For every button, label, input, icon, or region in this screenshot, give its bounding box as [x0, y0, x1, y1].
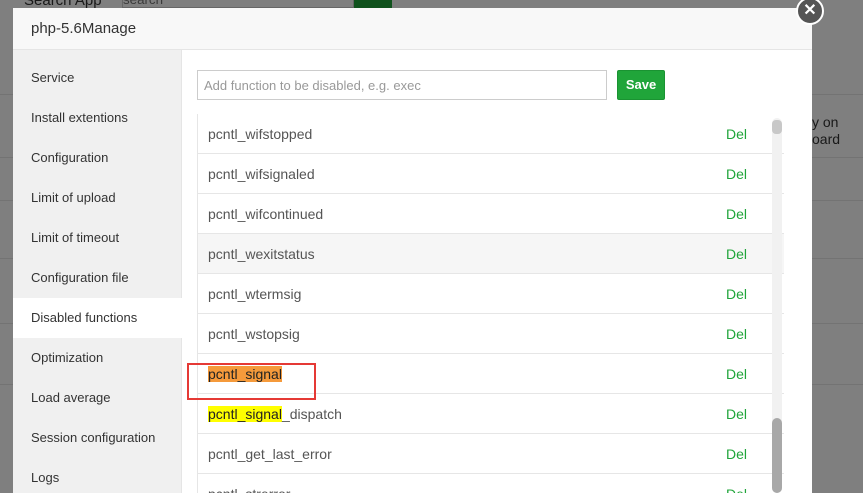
- function-name: pcntl_wifcontinued: [208, 206, 324, 222]
- delete-link[interactable]: Del: [726, 206, 747, 222]
- function-name: pcntl_wexitstatus: [208, 246, 315, 262]
- sidebar-item-limit-of-timeout[interactable]: Limit of timeout: [13, 218, 182, 258]
- modal-title: php-5.6Manage: [31, 20, 137, 37]
- function-name: pcntl_wifsignaled: [208, 166, 315, 182]
- delete-link[interactable]: Del: [726, 286, 747, 302]
- delete-link[interactable]: Del: [726, 486, 747, 493]
- delete-link[interactable]: Del: [726, 166, 747, 182]
- function-name: pcntl_wtermsig: [208, 286, 302, 302]
- sidebar-item-session-configuration[interactable]: Session configuration: [13, 418, 182, 458]
- function-name-rest: _dispatch: [281, 406, 342, 422]
- delete-link[interactable]: Del: [726, 326, 747, 342]
- function-name: pcntl_strerror: [208, 486, 290, 493]
- function-name: pcntl_get_last_error: [208, 446, 332, 462]
- sidebar-item-logs[interactable]: Logs: [13, 458, 182, 493]
- list-item: pcntl_wifcontinued Del: [198, 194, 784, 234]
- sidebar: Service Install extentions Configuration…: [13, 50, 183, 493]
- sidebar-item-service[interactable]: Service: [13, 58, 182, 98]
- list-item: pcntl_wexitstatus Del: [198, 234, 784, 274]
- disabled-functions-list: pcntl_wifstopped Del pcntl_wifsignaled D…: [197, 114, 784, 493]
- sidebar-item-optimization[interactable]: Optimization: [13, 338, 182, 378]
- scroll-up-arrow[interactable]: [772, 120, 782, 134]
- delete-link[interactable]: Del: [726, 366, 747, 382]
- delete-link[interactable]: Del: [726, 246, 747, 262]
- list-scrollbar[interactable]: [772, 118, 782, 493]
- sidebar-item-load-average[interactable]: Load average: [13, 378, 182, 418]
- sidebar-item-disabled-functions[interactable]: Disabled functions: [13, 298, 183, 338]
- sidebar-item-configuration[interactable]: Configuration: [13, 138, 182, 178]
- list-item: pcntl_wstopsig Del: [198, 314, 784, 354]
- function-name: pcntl_wstopsig: [208, 326, 300, 342]
- disabled-functions-panel: Save pcntl_wifstopped Del pcntl_wifsigna…: [183, 50, 812, 493]
- function-name: pcntl_wifstopped: [208, 126, 313, 142]
- php-manage-modal: php-5.6Manage Service Install extentions…: [13, 8, 812, 493]
- search-highlight: pcntl_signal: [208, 406, 282, 422]
- delete-link[interactable]: Del: [726, 406, 747, 422]
- list-item: pcntl_wtermsig Del: [198, 274, 784, 314]
- annotation-box: [187, 363, 316, 400]
- list-item: pcntl_strerror Del: [198, 474, 784, 493]
- function-input[interactable]: [197, 70, 607, 100]
- list-item: pcntl_get_last_error Del: [198, 434, 784, 474]
- list-item: pcntl_wifsignaled Del: [198, 154, 784, 194]
- list-item: pcntl_wifstopped Del: [198, 114, 784, 154]
- function-name: pcntl_signal_dispatch: [208, 406, 342, 422]
- sidebar-item-limit-of-upload[interactable]: Limit of upload: [13, 178, 182, 218]
- modal-header: php-5.6Manage: [13, 8, 812, 50]
- sidebar-item-install-extentions[interactable]: Install extentions: [13, 98, 182, 138]
- delete-link[interactable]: Del: [726, 446, 747, 462]
- sidebar-item-configuration-file[interactable]: Configuration file: [13, 258, 182, 298]
- scrollbar-thumb[interactable]: [772, 418, 782, 493]
- save-button[interactable]: Save: [617, 70, 665, 100]
- list-item: pcntl_signal_dispatch Del: [198, 394, 784, 434]
- delete-link[interactable]: Del: [726, 126, 747, 142]
